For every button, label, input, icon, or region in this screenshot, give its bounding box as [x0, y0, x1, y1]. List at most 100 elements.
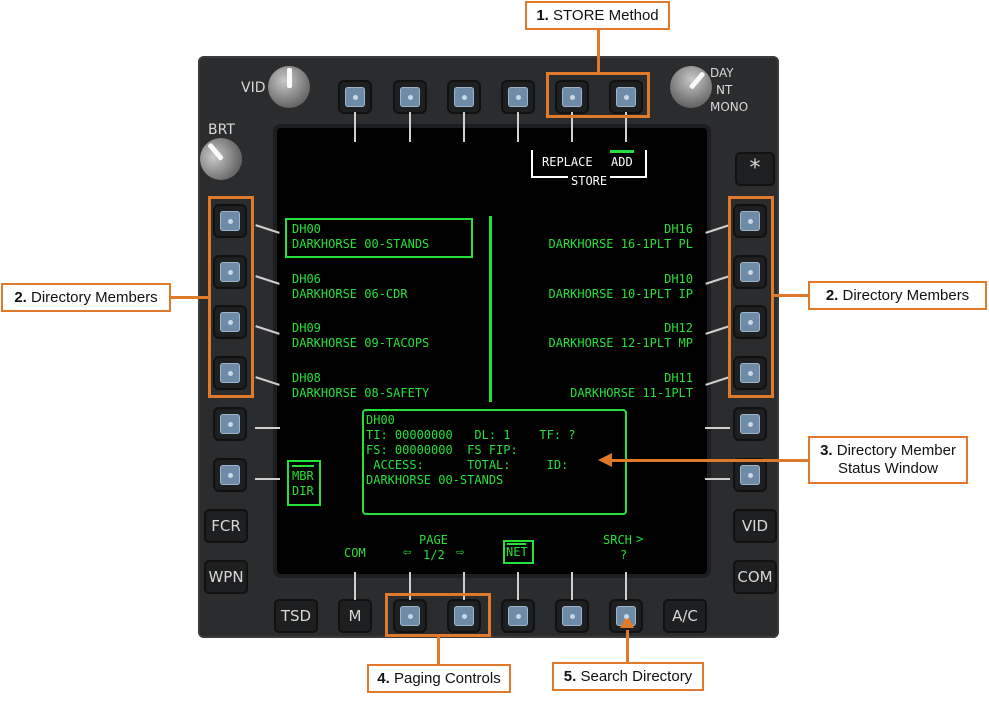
callout-number: 1.: [536, 7, 549, 24]
page-next-arrow-icon: ⇨: [456, 544, 465, 560]
wpn-button[interactable]: WPN: [206, 562, 246, 592]
status-line-3: FS: 00000000 FS FIP:: [366, 443, 518, 457]
callout-arrow-3: [598, 453, 612, 467]
store-label: STORE: [568, 174, 611, 189]
tick: [517, 112, 519, 142]
member-l1-id[interactable]: DH00: [292, 222, 321, 237]
member-l3-name[interactable]: DARKHORSE 09-TACOPS: [292, 336, 429, 351]
mbr-dir-line2[interactable]: DIR: [292, 484, 314, 499]
paging-buttons-highlight: [385, 593, 491, 637]
callout-leader-4: [437, 637, 440, 665]
net-button[interactable]: [503, 601, 533, 631]
com-label: COM: [344, 546, 366, 560]
mbr-dir-line1[interactable]: MBR: [292, 469, 314, 484]
top-button-t1[interactable]: [340, 82, 370, 112]
callout-search-directory: 5. Search Directory: [552, 662, 704, 691]
member-r1-name[interactable]: DARKHORSE 16-1PLT PL: [549, 237, 694, 252]
callout-directory-members-right: 2. Directory Members: [808, 281, 987, 310]
vid-knob[interactable]: [268, 66, 310, 108]
callout-text: Directory Member: [836, 442, 956, 459]
status-line-4: ACCESS: TOTAL: ID:: [366, 458, 569, 472]
member-r2-id[interactable]: DH10: [664, 272, 693, 287]
store-buttons-highlight: [546, 72, 650, 118]
callout-text-line2: Status Window: [837, 460, 939, 477]
tick: [705, 427, 730, 429]
status-line-5: DARKHORSE 00-STANDS: [366, 473, 504, 487]
tick: [463, 112, 465, 142]
page-label: PAGE: [419, 533, 448, 547]
member-l1-name[interactable]: DARKHORSE 00-STANDS: [292, 237, 429, 252]
callout-text: Directory Members: [842, 287, 970, 304]
tick: [354, 112, 356, 142]
callout-number: 2.: [825, 287, 839, 304]
tick: [255, 478, 280, 480]
mono-label: MONO: [710, 100, 749, 114]
tick: [571, 572, 573, 600]
add-selected-bar: [610, 150, 634, 153]
right-button-r6[interactable]: [735, 460, 765, 490]
member-l2-name[interactable]: DARKHORSE 06-CDR: [292, 287, 408, 302]
member-l4-name[interactable]: DARKHORSE 08-SAFETY: [292, 386, 429, 401]
day-label: DAY: [710, 66, 734, 80]
callout-number: 4.: [377, 670, 390, 687]
callout-text: Paging Controls: [393, 670, 501, 687]
callout-leader-2b: [774, 294, 808, 297]
member-r3-name[interactable]: DARKHORSE 12-1PLT MP: [549, 336, 694, 351]
status-line-2: TI: 00000000 DL: 1 TF: ?: [366, 428, 576, 442]
callout-status-window: 3. Directory Member Status Window: [808, 436, 968, 484]
nt-label: NT: [716, 83, 733, 97]
member-r4-id[interactable]: DH11: [664, 371, 693, 386]
left-buttons-highlight: [208, 196, 254, 398]
net-label[interactable]: NET: [506, 545, 528, 560]
ac-button[interactable]: A/C: [665, 601, 705, 631]
callout-text: Directory Members: [31, 289, 158, 306]
status-line-1: DH00: [366, 413, 395, 427]
member-r1-id[interactable]: DH16: [664, 222, 693, 237]
left-button-l5[interactable]: [215, 409, 245, 439]
callout-store-method: 1. STORE Method: [525, 1, 670, 30]
right-button-r5[interactable]: [735, 409, 765, 439]
top-button-t2[interactable]: [395, 82, 425, 112]
page-prev-arrow-icon: ⇦: [403, 544, 412, 560]
tick: [354, 572, 356, 600]
callout-leader-3: [610, 459, 808, 462]
vid-knob-label: VID: [241, 80, 266, 96]
member-r2-name[interactable]: DARKHORSE 10-1PLT IP: [549, 287, 694, 302]
callout-leader-1: [597, 29, 600, 72]
callout-text: STORE Method: [553, 7, 659, 24]
callout-text: Search Directory: [580, 668, 693, 685]
asterisk-button[interactable]: *: [737, 154, 773, 184]
left-button-l6[interactable]: [215, 460, 245, 490]
right-buttons-highlight: [728, 196, 774, 398]
fcr-button[interactable]: FCR: [206, 511, 246, 541]
top-button-t4[interactable]: [503, 82, 533, 112]
member-r4-name[interactable]: DARKHORSE 11-1PLT: [570, 386, 693, 401]
tick: [255, 427, 280, 429]
callout-number: 5.: [563, 668, 577, 685]
store-replace-label[interactable]: REPLACE: [542, 155, 593, 170]
callout-paging-controls: 4. Paging Controls: [367, 664, 511, 693]
bottom-button-b5[interactable]: [557, 601, 587, 631]
tick: [517, 572, 519, 600]
tick: [625, 572, 627, 600]
callout-number: 2.: [14, 289, 27, 306]
tsd-button[interactable]: TSD: [276, 601, 316, 631]
store-add-label[interactable]: ADD: [611, 155, 633, 170]
callout-leader-2a: [170, 296, 208, 299]
callout-leader-5: [626, 630, 629, 663]
vid-button[interactable]: VID: [735, 511, 775, 541]
member-r3-id[interactable]: DH12: [664, 321, 693, 336]
member-l3-id[interactable]: DH09: [292, 321, 321, 336]
com-button[interactable]: COM: [735, 562, 775, 592]
srch-label: SRCH: [603, 533, 632, 547]
tick: [409, 112, 411, 142]
callout-number: 3.: [820, 442, 833, 459]
mbr-dir-selected-bar: [292, 465, 314, 467]
brt-knob-label: BRT: [208, 122, 235, 138]
callout-directory-members-left: 2. Directory Members: [1, 283, 171, 312]
member-l4-id[interactable]: DH08: [292, 371, 321, 386]
m-button[interactable]: M: [340, 601, 370, 631]
top-button-t3[interactable]: [449, 82, 479, 112]
list-divider: [489, 216, 492, 402]
member-l2-id[interactable]: DH06: [292, 272, 321, 287]
